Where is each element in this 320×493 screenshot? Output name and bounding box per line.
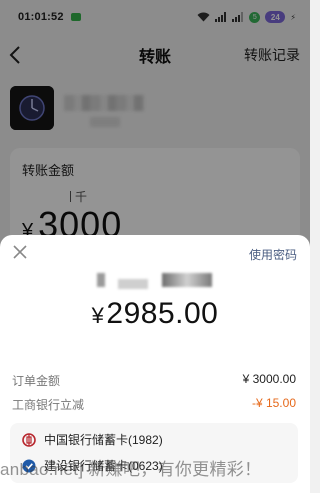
discount-row: 工商银行立减 -¥ 15.00 bbox=[12, 396, 296, 413]
payee-redacted-3 bbox=[162, 273, 212, 287]
bank-of-china-icon bbox=[22, 432, 36, 447]
pay-amount-value: 2985.00 bbox=[106, 297, 219, 330]
watermark-text: anbao.net] 新赚吧，有你更精彩！ bbox=[0, 460, 262, 479]
payee-redacted-2 bbox=[118, 279, 148, 289]
pay-currency-symbol: ¥ bbox=[91, 303, 105, 328]
payment-method-boc[interactable]: 中国银行储蓄卡(1982) bbox=[22, 431, 163, 448]
order-amount-label: 订单金额 bbox=[12, 374, 61, 388]
payment-amount: ¥2985.00 bbox=[0, 297, 310, 331]
order-amount-row: 订单金额 ¥ 3000.00 bbox=[12, 372, 296, 389]
discount-value: -¥ 15.00 bbox=[251, 396, 296, 410]
payee-redacted-1 bbox=[97, 273, 105, 287]
use-password-button[interactable]: 使用密码 bbox=[249, 246, 297, 263]
discount-label: 工商银行立减 bbox=[12, 398, 85, 412]
close-icon[interactable] bbox=[13, 245, 27, 259]
order-amount-value: ¥ 3000.00 bbox=[242, 372, 296, 386]
payment-method-boc-label: 中国银行储蓄卡(1982) bbox=[44, 433, 163, 447]
